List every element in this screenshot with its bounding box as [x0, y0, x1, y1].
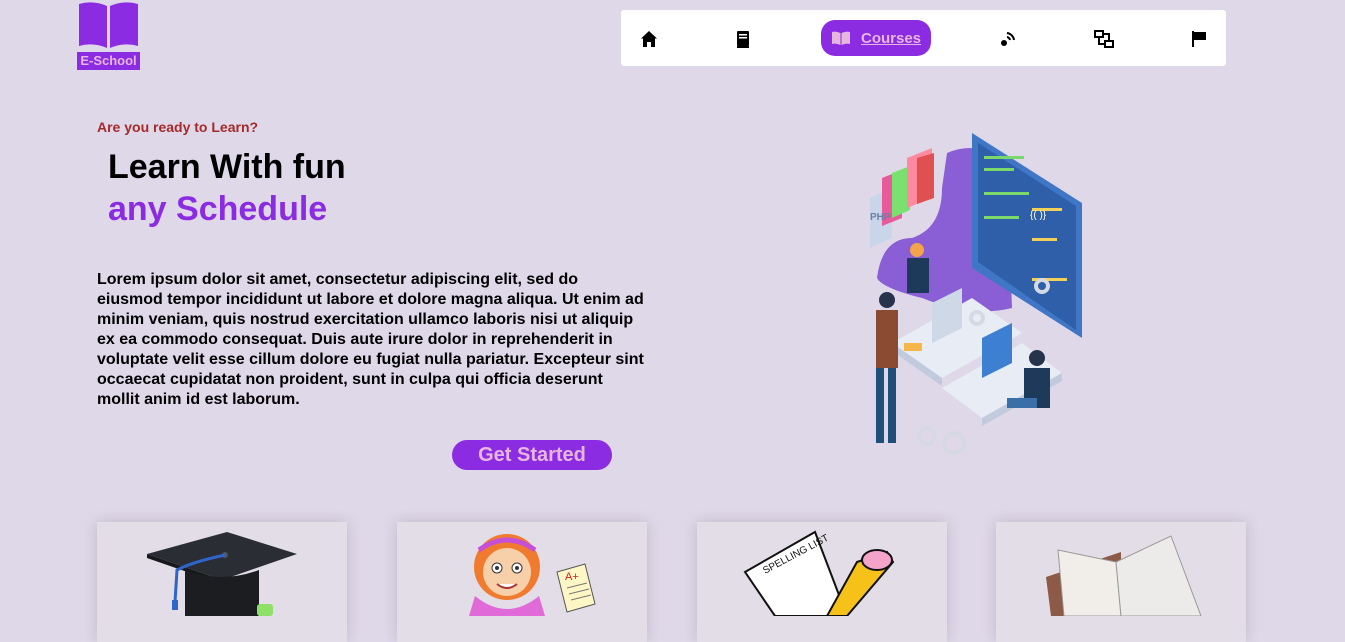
feature-card-4[interactable] — [996, 522, 1246, 642]
php-label: PHP — [870, 212, 891, 223]
nav-diagram[interactable] — [1094, 29, 1114, 49]
open-book-icon — [831, 31, 850, 45]
grade-label: A+ — [565, 571, 579, 583]
hero-paragraph: Lorem ipsum dolor sit amet, consectetur … — [97, 271, 644, 408]
graduation-cap-icon — [147, 532, 297, 616]
diagram-icon — [1094, 30, 1114, 48]
nav-connect[interactable] — [998, 29, 1018, 49]
feature-card-2[interactable]: A+ — [397, 522, 647, 642]
connect-icon — [1001, 32, 1015, 46]
nav-book[interactable] — [733, 29, 753, 49]
student-icon: A+ — [469, 534, 596, 616]
brand-logo[interactable]: E-School — [77, 0, 140, 70]
nav-courses[interactable]: Courses — [821, 20, 931, 56]
nav-flag[interactable] — [1189, 29, 1209, 49]
open-book-icon — [1046, 535, 1202, 616]
brand-name: E-School — [77, 52, 140, 70]
hero-title-line1: Learn With fun — [108, 148, 346, 186]
feature-card-3[interactable]: SPELLING LIST — [697, 522, 947, 642]
open-book-logo-icon — [79, 2, 138, 48]
hero-title-line2: any Schedule — [108, 190, 328, 228]
feature-card-1[interactable] — [97, 522, 347, 642]
nav-home[interactable] — [639, 29, 659, 49]
hero-eyebrow: Are you ready to Learn? — [97, 119, 259, 135]
get-started-button[interactable]: Get Started — [452, 440, 612, 470]
home-icon — [641, 31, 657, 47]
svg-text:{( )}: {( )} — [1030, 210, 1047, 221]
spelling-list-icon: SPELLING LIST — [743, 530, 895, 616]
nav-courses-label: Courses — [860, 29, 922, 47]
main-nav: Courses — [621, 10, 1226, 66]
team-coding-illustration: {( )} PHP — [870, 133, 1082, 455]
flag-icon — [1192, 31, 1206, 47]
book-icon — [737, 30, 749, 48]
